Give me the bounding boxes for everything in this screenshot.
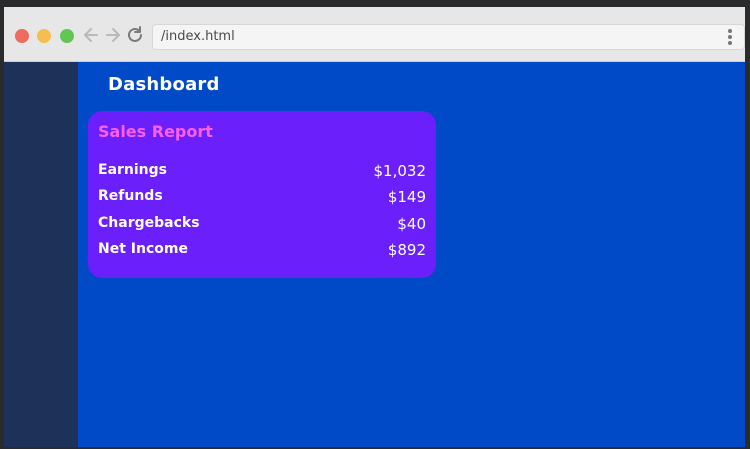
browser-window: /index.html Dashboard Sales Report Earni… bbox=[4, 7, 745, 447]
report-row-value: $1,032 bbox=[373, 162, 427, 180]
sales-report-title: Sales Report bbox=[98, 122, 213, 141]
kebab-menu-icon[interactable] bbox=[726, 27, 734, 47]
report-row-chargebacks: Chargebacks $40 bbox=[98, 215, 426, 235]
sidebar bbox=[4, 62, 78, 447]
report-row-net-income: Net Income $892 bbox=[98, 241, 426, 261]
browser-toolbar: /index.html bbox=[4, 7, 745, 62]
report-row-earnings: Earnings $1,032 bbox=[98, 162, 426, 182]
maximize-window-button[interactable] bbox=[60, 29, 74, 43]
report-row-label: Earnings bbox=[98, 162, 168, 178]
minimize-window-button[interactable] bbox=[37, 29, 51, 43]
report-row-value: $40 bbox=[397, 215, 426, 233]
sales-report-card: Sales Report Earnings $1,032 Refunds $14… bbox=[88, 111, 436, 278]
report-row-refunds: Refunds $149 bbox=[98, 188, 426, 208]
report-row-label: Chargebacks bbox=[98, 215, 200, 231]
reload-icon[interactable] bbox=[125, 25, 145, 45]
arrow-left-icon[interactable] bbox=[81, 25, 101, 45]
arrow-right-icon[interactable] bbox=[103, 25, 123, 45]
page-content: Dashboard Sales Report Earnings $1,032 R… bbox=[4, 62, 745, 447]
report-row-value: $149 bbox=[387, 188, 426, 206]
close-window-button[interactable] bbox=[15, 29, 29, 43]
report-row-label: Net Income bbox=[98, 241, 188, 257]
address-bar[interactable]: /index.html bbox=[152, 24, 745, 50]
page-title: Dashboard bbox=[108, 74, 220, 95]
report-row-label: Refunds bbox=[98, 188, 163, 204]
report-row-value: $892 bbox=[387, 241, 426, 259]
